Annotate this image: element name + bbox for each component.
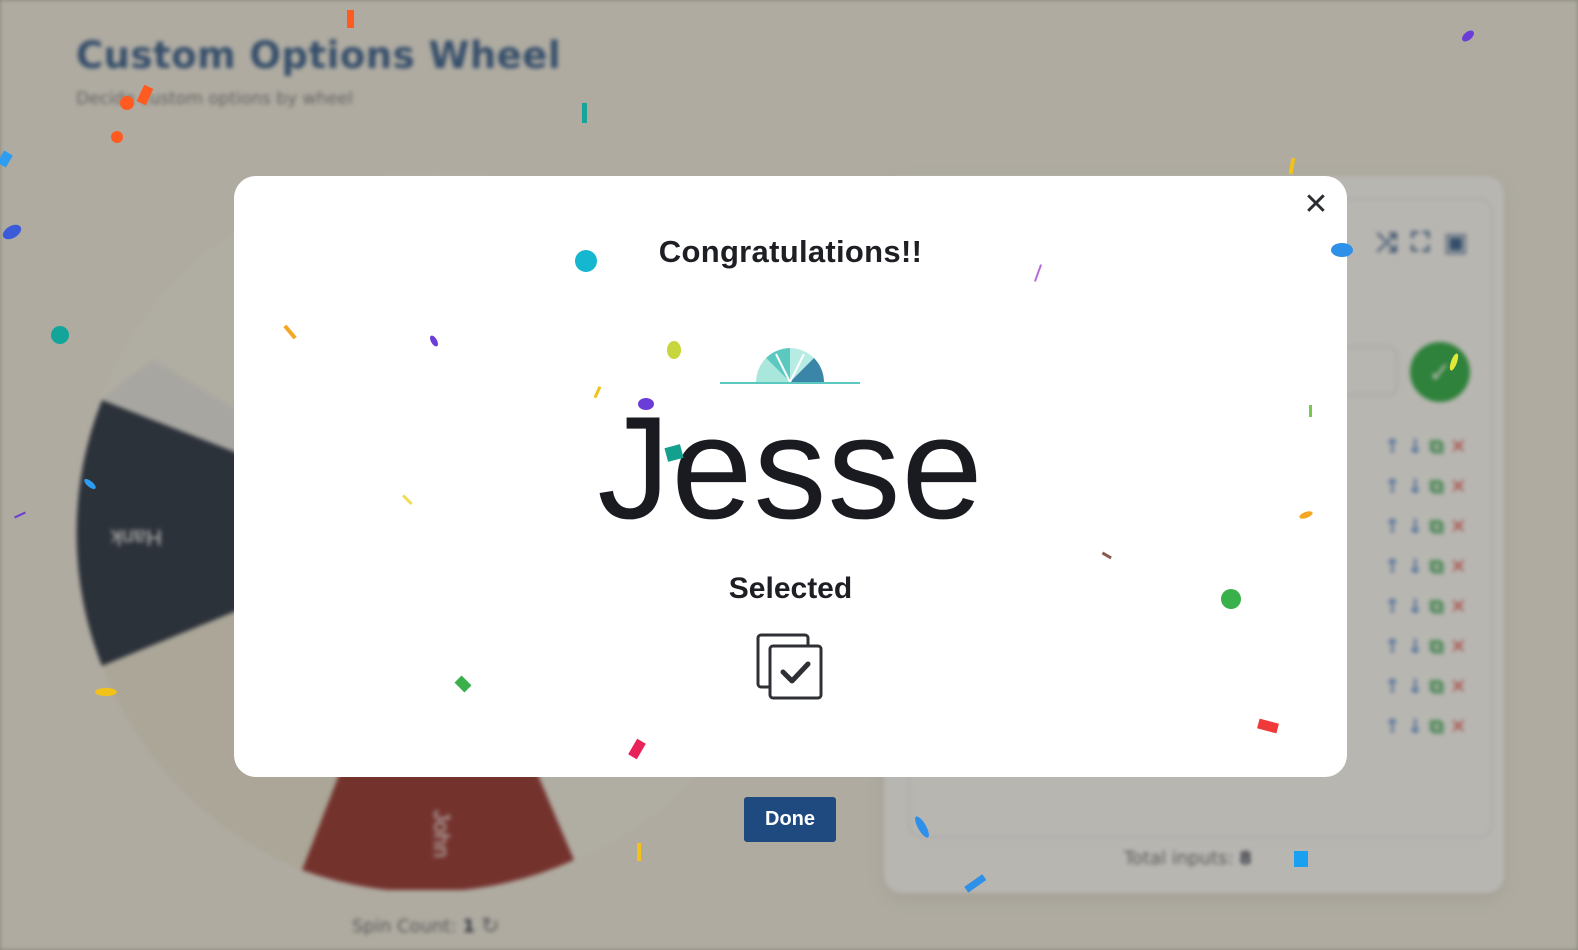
copy-check-icon[interactable]: [755, 632, 825, 702]
mini-wheel-icon: [720, 348, 860, 385]
selected-label: Selected: [728, 572, 853, 605]
result-modal: ✕ Congratulations!! Jesse Selected: [234, 176, 1347, 777]
modal-title: Congratulations!!: [658, 234, 923, 269]
winner-name: Jesse: [597, 386, 984, 549]
done-button[interactable]: Done: [744, 797, 836, 842]
close-icon[interactable]: ✕: [1301, 190, 1331, 220]
